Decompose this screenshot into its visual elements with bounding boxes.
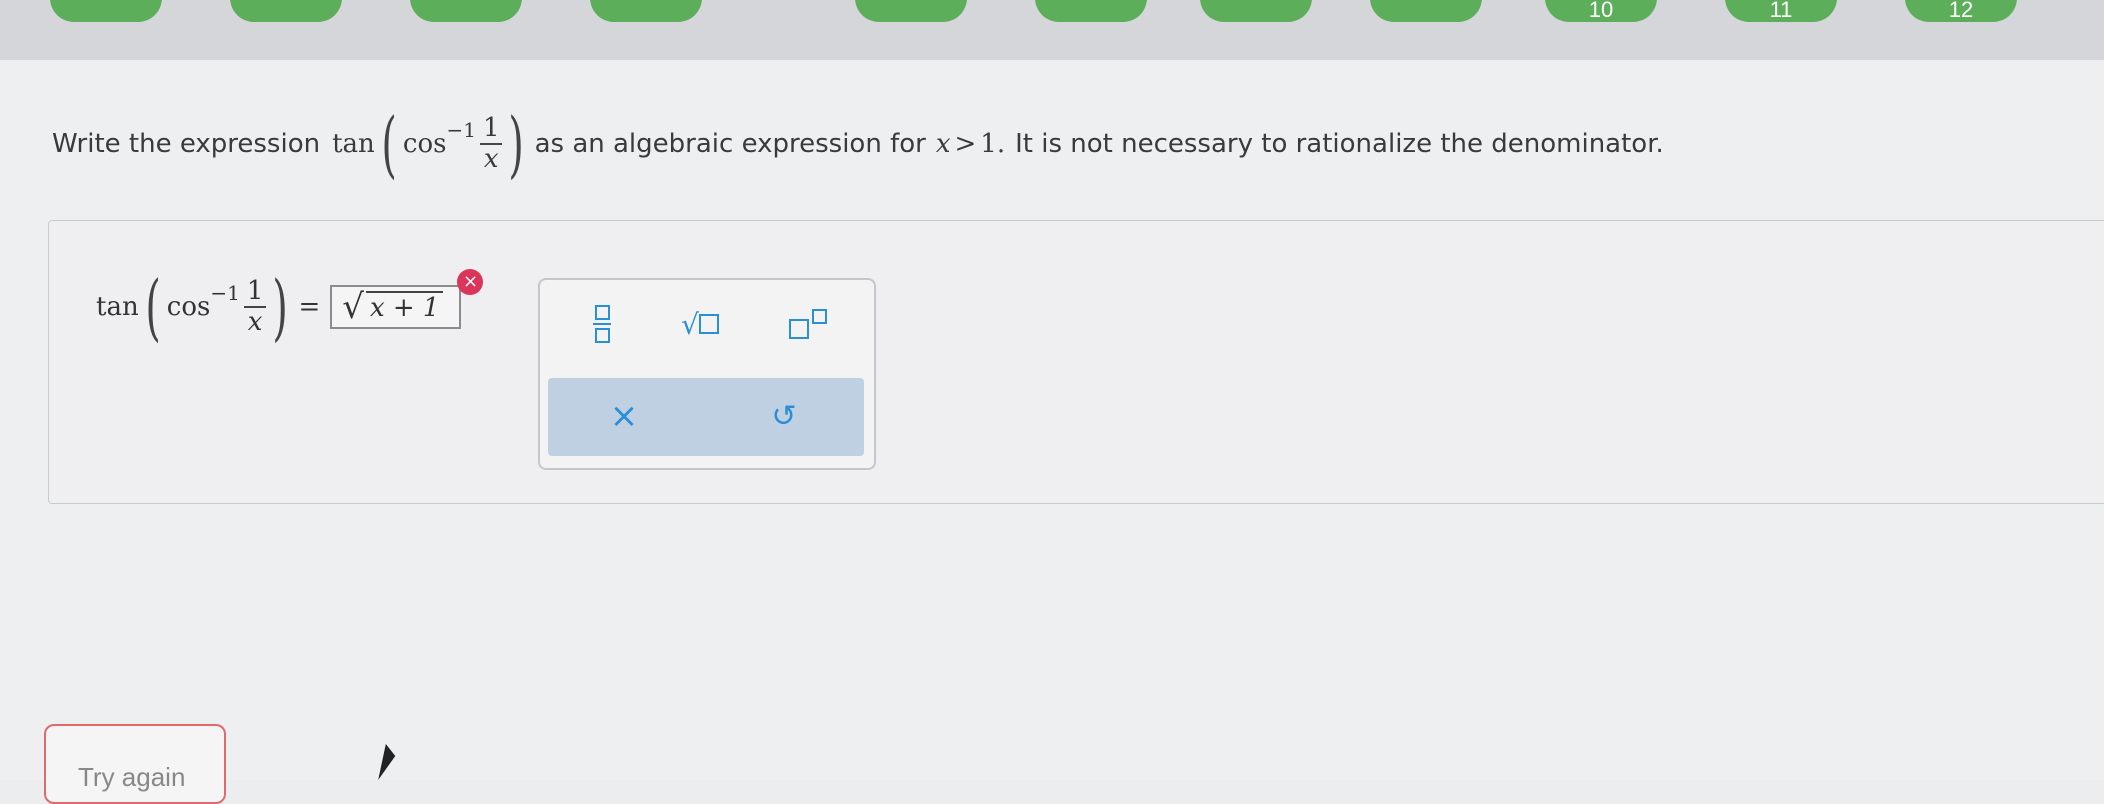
undo-button[interactable]: ↺ <box>744 388 824 444</box>
try-again-button[interactable]: Try again <box>44 724 226 804</box>
answer-fraction-denominator: x <box>247 307 263 337</box>
fraction-denominator: x <box>483 144 499 174</box>
sqrt-icon: √ <box>681 308 719 341</box>
question-prefix: Write the expression <box>52 129 321 159</box>
answer-right-paren: ) <box>272 265 289 349</box>
question-nav-pill[interactable]: 11 <box>1725 0 1837 22</box>
question-suffix: It is not necessary to rationalize the d… <box>1015 129 1664 159</box>
question-nav-pill[interactable] <box>1200 0 1312 22</box>
question-nav-pill[interactable] <box>590 0 702 22</box>
condition-val: 1. <box>980 129 1006 159</box>
question-nav-pill[interactable] <box>1370 0 1482 22</box>
inverse-exponent: −1 <box>446 118 476 142</box>
question-middle: as an algebraic expression for <box>534 129 926 159</box>
question-nav-pill[interactable] <box>410 0 522 22</box>
palette-actions: × ↺ <box>548 378 864 456</box>
clear-icon: × <box>609 396 639 436</box>
clear-button[interactable]: × <box>584 388 664 444</box>
answer-left-paren: ( <box>145 265 161 349</box>
answer-lhs: tan ( cos −1 1 x ) = <box>96 271 320 343</box>
math-palette: √ × ↺ <box>538 278 876 470</box>
condition-op: > <box>954 129 977 159</box>
question-nav-pill[interactable] <box>230 0 342 22</box>
right-paren: ) <box>508 102 525 186</box>
fraction: 1 x <box>479 114 503 174</box>
sqrt-button[interactable]: √ <box>668 296 732 352</box>
fraction-button[interactable] <box>570 296 634 352</box>
equals-sign: = <box>298 292 321 322</box>
sqrt-symbol: √ <box>342 287 364 327</box>
answer-radicand: x + 1 <box>365 291 444 323</box>
answer-inverse-exponent: −1 <box>210 281 240 305</box>
answer-fraction: 1 x <box>243 277 267 337</box>
func-tan: tan <box>332 129 375 159</box>
func-cos: cos <box>402 129 447 159</box>
question-nav-pill[interactable] <box>50 0 162 22</box>
fraction-icon <box>593 305 611 343</box>
answer-func-tan: tan <box>96 292 139 322</box>
question-nav-pill[interactable] <box>1035 0 1147 22</box>
question-prompt: Write the expression tan ( cos −1 1 x ) … <box>52 104 1664 184</box>
question-nav-pill[interactable] <box>855 0 967 22</box>
condition-var: x <box>935 129 951 159</box>
undo-icon: ↺ <box>771 398 797 434</box>
question-nav-pill[interactable]: 10 <box>1545 0 1657 22</box>
answer-func-cos: cos <box>166 292 211 322</box>
answer-row: tan ( cos −1 1 x ) = √ x + 1 × <box>96 262 484 352</box>
exponent-icon <box>789 309 827 339</box>
question-expression: tan ( cos −1 1 x ) <box>332 108 530 180</box>
left-paren: ( <box>381 102 397 186</box>
exponent-button[interactable] <box>776 296 840 352</box>
answer-input[interactable]: √ x + 1 × <box>330 269 484 329</box>
question-nav-pill[interactable]: 12 <box>1905 0 2017 22</box>
top-navigation-bar: 10 11 12 <box>0 0 2104 60</box>
answer-fraction-numerator: 1 <box>243 277 267 308</box>
condition: x > 1. <box>936 129 1005 159</box>
fraction-numerator: 1 <box>479 114 503 145</box>
